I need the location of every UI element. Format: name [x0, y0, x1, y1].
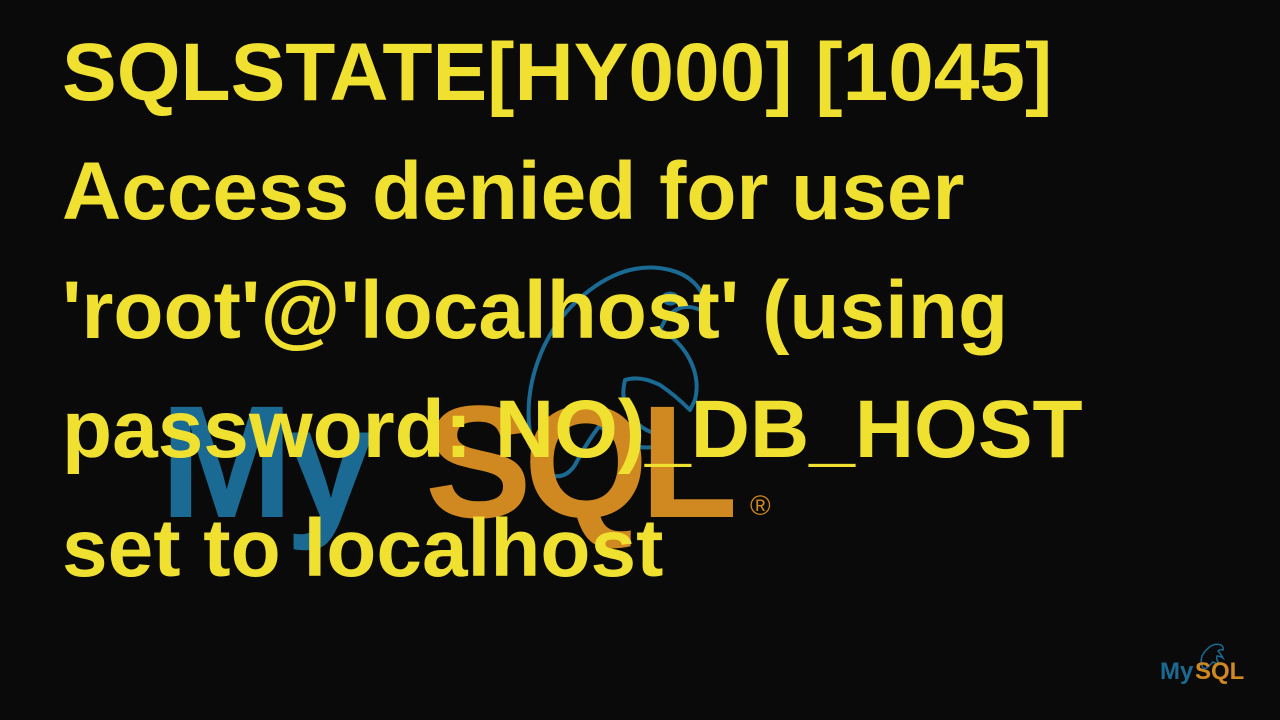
- small-logo-sql: SQL: [1195, 658, 1244, 686]
- mysql-small-logo: My SQL: [1160, 640, 1250, 690]
- error-message: SQLSTATE[HY000] [1045] Access denied for…: [62, 14, 1142, 608]
- small-logo-my: My: [1160, 658, 1193, 686]
